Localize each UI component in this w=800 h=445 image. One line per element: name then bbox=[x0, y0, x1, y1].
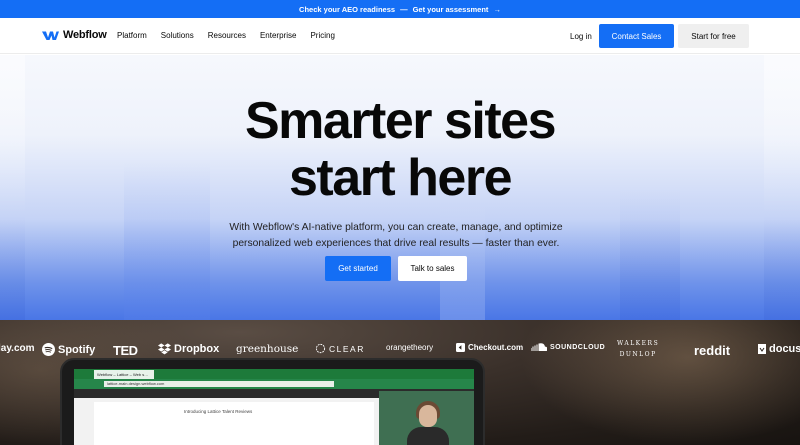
logo-greenhouse: greenhouse bbox=[236, 343, 298, 355]
logo-walkers-line1: WALKERS bbox=[617, 340, 660, 347]
get-started-button[interactable]: Get started bbox=[325, 256, 391, 281]
menu-item-solutions[interactable]: Solutions bbox=[161, 31, 194, 40]
logo-soundcloud: SOUNDCLOUD bbox=[531, 343, 605, 351]
announcement-separator: — bbox=[400, 4, 408, 14]
logo-dropbox: Dropbox bbox=[158, 343, 219, 355]
logo-orangetheory-text: orangetheory bbox=[386, 343, 434, 352]
logo-clear: CLEAR bbox=[315, 343, 365, 354]
hero-headline-line1: Smarter sites bbox=[244, 92, 557, 150]
spotify-icon bbox=[42, 343, 55, 356]
page-preview-heading: Introducing Lattice Talent Reviews bbox=[184, 409, 253, 414]
customer-logo-strip: lay.com Spotify TED Dropbox greenhouse C… bbox=[0, 340, 800, 359]
menu-item-pricing[interactable]: Pricing bbox=[310, 31, 334, 40]
hero-headline-line2: start here bbox=[289, 149, 513, 207]
logo-play-text: lay.com bbox=[0, 343, 35, 354]
menu-item-resources[interactable]: Resources bbox=[208, 31, 246, 40]
top-nav: Webflow Platform Solutions Resources Ent… bbox=[0, 18, 800, 54]
logo-checkout: Checkout.com bbox=[456, 343, 523, 352]
logo-clear-text: CLEAR bbox=[329, 343, 365, 354]
start-free-button[interactable]: Start for free bbox=[678, 24, 749, 48]
logo-walkers-dunlop: WALKERS DUNLOP bbox=[617, 340, 659, 359]
logo-play: lay.com bbox=[0, 343, 35, 354]
browser-url: lattice-main.design.webflow.com bbox=[104, 381, 334, 387]
webflow-logo-icon bbox=[42, 31, 59, 40]
logo-orangetheory: orangetheory bbox=[386, 343, 433, 352]
logo-reddit: reddit bbox=[694, 343, 730, 358]
logo-docusign: docus bbox=[758, 343, 800, 355]
logo-spotify-text: Spotify bbox=[58, 343, 96, 356]
checkout-icon bbox=[456, 343, 465, 352]
background-glow bbox=[520, 320, 800, 445]
menu-item-enterprise[interactable]: Enterprise bbox=[260, 31, 296, 40]
announcement-left-text[interactable]: Check your AEO readiness bbox=[299, 5, 395, 14]
menu-item-platform[interactable]: Platform bbox=[117, 31, 147, 40]
browser-tab: Webflow – Lattice – Web s… bbox=[94, 370, 154, 379]
logo-checkout-text: Checkout.com bbox=[468, 343, 524, 352]
video-showcase[interactable]: lay.com Spotify TED Dropbox greenhouse C… bbox=[0, 320, 800, 445]
talk-to-sales-button[interactable]: Talk to sales bbox=[398, 256, 467, 281]
laptop-mockup: Webflow – Lattice – Web s… lattice-main.… bbox=[60, 358, 485, 445]
browser-url-bar: lattice-main.design.webflow.com bbox=[74, 379, 474, 389]
logo-dropbox-text: Dropbox bbox=[174, 343, 220, 355]
logo-greenhouse-text: greenhouse bbox=[236, 343, 299, 355]
person-body bbox=[407, 427, 449, 445]
video-call-panel bbox=[379, 391, 474, 445]
person-face bbox=[419, 405, 437, 427]
hero-subtitle-line1: With Webflow's AI-native platform, you c… bbox=[229, 222, 563, 233]
hero-section: Smarter sites start here With Webflow's … bbox=[0, 55, 800, 320]
clear-icon bbox=[315, 343, 326, 354]
announcement-right-text[interactable]: Get your assessment bbox=[413, 5, 489, 14]
hero-subtitle-line2: personalized web experiences that drive … bbox=[232, 238, 560, 249]
logo-docusign-text: docus bbox=[769, 343, 800, 355]
browser-tab-bar: Webflow – Lattice – Web s… bbox=[74, 369, 474, 379]
laptop-screen: Webflow – Lattice – Web s… lattice-main.… bbox=[74, 369, 474, 445]
hero-headline: Smarter sites start here bbox=[0, 93, 800, 207]
logo-reddit-text: reddit bbox=[694, 343, 731, 358]
main-menu: Platform Solutions Resources Enterprise … bbox=[117, 31, 349, 40]
announcement-bar[interactable]: Check your AEO readiness — Get your asse… bbox=[0, 0, 800, 18]
arrow-right-icon: → bbox=[493, 4, 501, 14]
logo-ted: TED bbox=[113, 343, 138, 358]
brand-name: Webflow bbox=[63, 29, 107, 41]
contact-sales-button[interactable]: Contact Sales bbox=[599, 24, 674, 48]
logo-ted-text: TED bbox=[113, 343, 138, 358]
hero-subtitle: With Webflow's AI-native platform, you c… bbox=[0, 220, 792, 252]
dropbox-icon bbox=[158, 343, 171, 355]
logo-spotify: Spotify bbox=[42, 343, 95, 356]
webflow-logo[interactable]: Webflow bbox=[42, 29, 107, 41]
logo-walkers-line2: DUNLOP bbox=[619, 351, 657, 358]
soundcloud-icon bbox=[531, 343, 547, 351]
login-link[interactable]: Log in bbox=[570, 32, 592, 41]
logo-soundcloud-text: SOUNDCLOUD bbox=[550, 343, 606, 351]
docusign-icon bbox=[758, 344, 766, 354]
